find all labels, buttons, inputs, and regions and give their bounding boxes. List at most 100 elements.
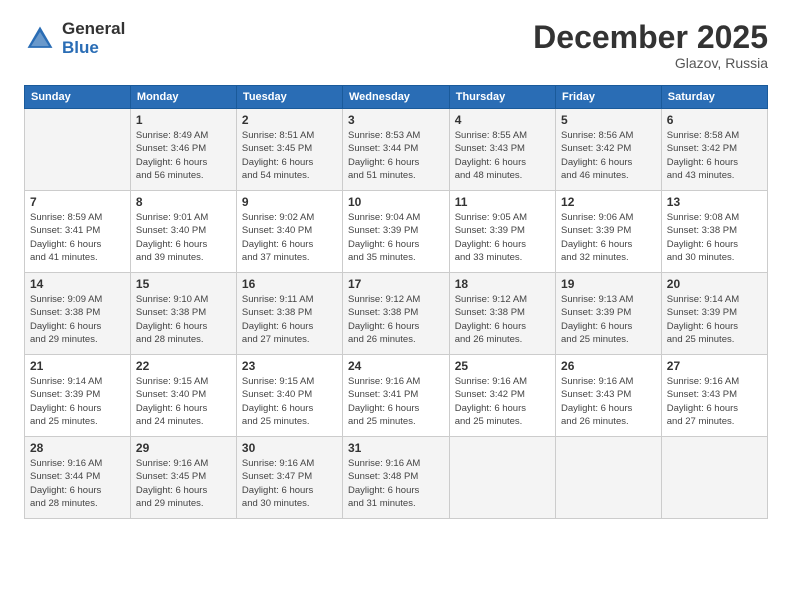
day-number: 23: [242, 359, 337, 373]
day-number: 6: [667, 113, 762, 127]
calendar-header-tuesday: Tuesday: [236, 86, 342, 109]
day-info: Sunrise: 9:16 AM Sunset: 3:48 PM Dayligh…: [348, 457, 444, 510]
day-info: Sunrise: 8:58 AM Sunset: 3:42 PM Dayligh…: [667, 129, 762, 182]
calendar-day-cell: 15 Sunrise: 9:10 AM Sunset: 3:38 PM Dayli…: [130, 273, 236, 355]
day-number: 16: [242, 277, 337, 291]
day-number: 15: [136, 277, 231, 291]
calendar-header-saturday: Saturday: [661, 86, 767, 109]
calendar-week-row: 1Sunrise: 8:49 AM Sunset: 3:46 PM Daylig…: [25, 109, 768, 191]
day-number: 17: [348, 277, 444, 291]
day-number: 28: [30, 441, 125, 455]
calendar-header-wednesday: Wednesday: [343, 86, 450, 109]
calendar-day-cell: 28Sunrise: 9:16 AM Sunset: 3:44 PM Dayli…: [25, 437, 131, 519]
location: Glazov, Russia: [533, 55, 768, 71]
day-number: 11: [455, 195, 550, 209]
day-info: Sunrise: 8:56 AM Sunset: 3:42 PM Dayligh…: [561, 129, 656, 182]
calendar-week-row: 7 Sunrise: 8:59 AM Sunset: 3:41 PM Daylig…: [25, 191, 768, 273]
day-info: Sunrise: 8:49 AM Sunset: 3:46 PM Dayligh…: [136, 129, 231, 182]
day-info: Sunrise: 9:13 AM Sunset: 3:39 PM Dayligh…: [561, 293, 656, 346]
calendar-week-row: 14 Sunrise: 9:09 AM Sunset: 3:38 PM Dayli…: [25, 273, 768, 355]
calendar-header-sunday: Sunday: [25, 86, 131, 109]
calendar-day-cell: 12Sunrise: 9:06 AM Sunset: 3:39 PM Dayli…: [556, 191, 662, 273]
calendar-day-cell: 13Sunrise: 9:08 AM Sunset: 3:38 PM Dayli…: [661, 191, 767, 273]
calendar-day-cell: 31Sunrise: 9:16 AM Sunset: 3:48 PM Dayli…: [343, 437, 450, 519]
day-number: 27: [667, 359, 762, 373]
day-info: Sunrise: 9:11 AM Sunset: 3:38 PM Dayligh…: [242, 293, 337, 346]
day-info: Sunrise: 9:15 AM Sunset: 3:40 PM Dayligh…: [242, 375, 337, 428]
day-number: 21: [30, 359, 125, 373]
day-info: Sunrise: 9:02 AM Sunset: 3:40 PM Dayligh…: [242, 211, 337, 264]
day-number: 19: [561, 277, 656, 291]
day-number: 3: [348, 113, 444, 127]
logo: General Blue: [24, 20, 125, 57]
calendar-day-cell: 19 Sunrise: 9:13 AM Sunset: 3:39 PM Dayli…: [556, 273, 662, 355]
day-info: Sunrise: 9:16 AM Sunset: 3:42 PM Dayligh…: [455, 375, 550, 428]
header: General Blue December 2025 Glazov, Russi…: [24, 20, 768, 71]
calendar-day-cell: 26Sunrise: 9:16 AM Sunset: 3:43 PM Dayli…: [556, 355, 662, 437]
day-info: Sunrise: 9:16 AM Sunset: 3:47 PM Dayligh…: [242, 457, 337, 510]
day-info: Sunrise: 9:15 AM Sunset: 3:40 PM Dayligh…: [136, 375, 231, 428]
day-info: Sunrise: 9:09 AM Sunset: 3:38 PM Dayligh…: [30, 293, 125, 346]
day-info: Sunrise: 9:16 AM Sunset: 3:45 PM Dayligh…: [136, 457, 231, 510]
day-info: Sunrise: 9:16 AM Sunset: 3:43 PM Dayligh…: [561, 375, 656, 428]
calendar-day-cell: 8 Sunrise: 9:01 AM Sunset: 3:40 PM Daylig…: [130, 191, 236, 273]
calendar-day-cell: 1Sunrise: 8:49 AM Sunset: 3:46 PM Daylig…: [130, 109, 236, 191]
day-number: 22: [136, 359, 231, 373]
calendar-day-cell: 14 Sunrise: 9:09 AM Sunset: 3:38 PM Dayli…: [25, 273, 131, 355]
calendar-day-cell: 7 Sunrise: 8:59 AM Sunset: 3:41 PM Daylig…: [25, 191, 131, 273]
day-number: 20: [667, 277, 762, 291]
logo-blue: Blue: [62, 39, 125, 58]
day-info: Sunrise: 9:01 AM Sunset: 3:40 PM Dayligh…: [136, 211, 231, 264]
calendar-day-cell: 18 Sunrise: 9:12 AM Sunset: 3:38 PM Dayli…: [449, 273, 555, 355]
calendar-day-cell: 11 Sunrise: 9:05 AM Sunset: 3:39 PM Dayli…: [449, 191, 555, 273]
calendar-day-cell: 25 Sunrise: 9:16 AM Sunset: 3:42 PM Dayli…: [449, 355, 555, 437]
day-number: 8: [136, 195, 231, 209]
day-number: 9: [242, 195, 337, 209]
day-info: Sunrise: 9:12 AM Sunset: 3:38 PM Dayligh…: [348, 293, 444, 346]
day-number: 14: [30, 277, 125, 291]
day-number: 25: [455, 359, 550, 373]
calendar-day-cell: 4Sunrise: 8:55 AM Sunset: 3:43 PM Daylig…: [449, 109, 555, 191]
calendar-day-cell: [25, 109, 131, 191]
day-number: 7: [30, 195, 125, 209]
calendar-day-cell: 17 Sunrise: 9:12 AM Sunset: 3:38 PM Dayli…: [343, 273, 450, 355]
calendar-day-cell: [556, 437, 662, 519]
calendar-day-cell: [449, 437, 555, 519]
day-info: Sunrise: 9:12 AM Sunset: 3:38 PM Dayligh…: [455, 293, 550, 346]
day-info: Sunrise: 8:53 AM Sunset: 3:44 PM Dayligh…: [348, 129, 444, 182]
day-info: Sunrise: 9:05 AM Sunset: 3:39 PM Dayligh…: [455, 211, 550, 264]
calendar-day-cell: 21 Sunrise: 9:14 AM Sunset: 3:39 PM Dayli…: [25, 355, 131, 437]
day-number: 10: [348, 195, 444, 209]
title-block: December 2025 Glazov, Russia: [533, 20, 768, 71]
day-info: Sunrise: 8:51 AM Sunset: 3:45 PM Dayligh…: [242, 129, 337, 182]
day-number: 5: [561, 113, 656, 127]
calendar-day-cell: 6 Sunrise: 8:58 AM Sunset: 3:42 PM Daylig…: [661, 109, 767, 191]
calendar-table: SundayMondayTuesdayWednesdayThursdayFrid…: [24, 85, 768, 519]
calendar-day-cell: 30 Sunrise: 9:16 AM Sunset: 3:47 PM Dayli…: [236, 437, 342, 519]
day-number: 29: [136, 441, 231, 455]
day-number: 30: [242, 441, 337, 455]
calendar-day-cell: 9 Sunrise: 9:02 AM Sunset: 3:40 PM Daylig…: [236, 191, 342, 273]
day-number: 24: [348, 359, 444, 373]
calendar-day-cell: 10Sunrise: 9:04 AM Sunset: 3:39 PM Dayli…: [343, 191, 450, 273]
day-number: 18: [455, 277, 550, 291]
calendar-day-cell: 5 Sunrise: 8:56 AM Sunset: 3:42 PM Daylig…: [556, 109, 662, 191]
month-title: December 2025: [533, 20, 768, 55]
calendar-header-row: SundayMondayTuesdayWednesdayThursdayFrid…: [25, 86, 768, 109]
day-info: Sunrise: 9:14 AM Sunset: 3:39 PM Dayligh…: [30, 375, 125, 428]
calendar-header-monday: Monday: [130, 86, 236, 109]
calendar-day-cell: [661, 437, 767, 519]
logo-text: General Blue: [62, 20, 125, 57]
day-info: Sunrise: 9:06 AM Sunset: 3:39 PM Dayligh…: [561, 211, 656, 264]
calendar-header-friday: Friday: [556, 86, 662, 109]
calendar-day-cell: 22 Sunrise: 9:15 AM Sunset: 3:40 PM Dayli…: [130, 355, 236, 437]
calendar-day-cell: 23 Sunrise: 9:15 AM Sunset: 3:40 PM Dayli…: [236, 355, 342, 437]
day-info: Sunrise: 9:10 AM Sunset: 3:38 PM Dayligh…: [136, 293, 231, 346]
day-number: 13: [667, 195, 762, 209]
day-info: Sunrise: 8:55 AM Sunset: 3:43 PM Dayligh…: [455, 129, 550, 182]
logo-icon: [24, 23, 56, 55]
calendar-week-row: 28Sunrise: 9:16 AM Sunset: 3:44 PM Dayli…: [25, 437, 768, 519]
day-info: Sunrise: 8:59 AM Sunset: 3:41 PM Dayligh…: [30, 211, 125, 264]
calendar-day-cell: 16 Sunrise: 9:11 AM Sunset: 3:38 PM Dayli…: [236, 273, 342, 355]
calendar-week-row: 21 Sunrise: 9:14 AM Sunset: 3:39 PM Dayli…: [25, 355, 768, 437]
